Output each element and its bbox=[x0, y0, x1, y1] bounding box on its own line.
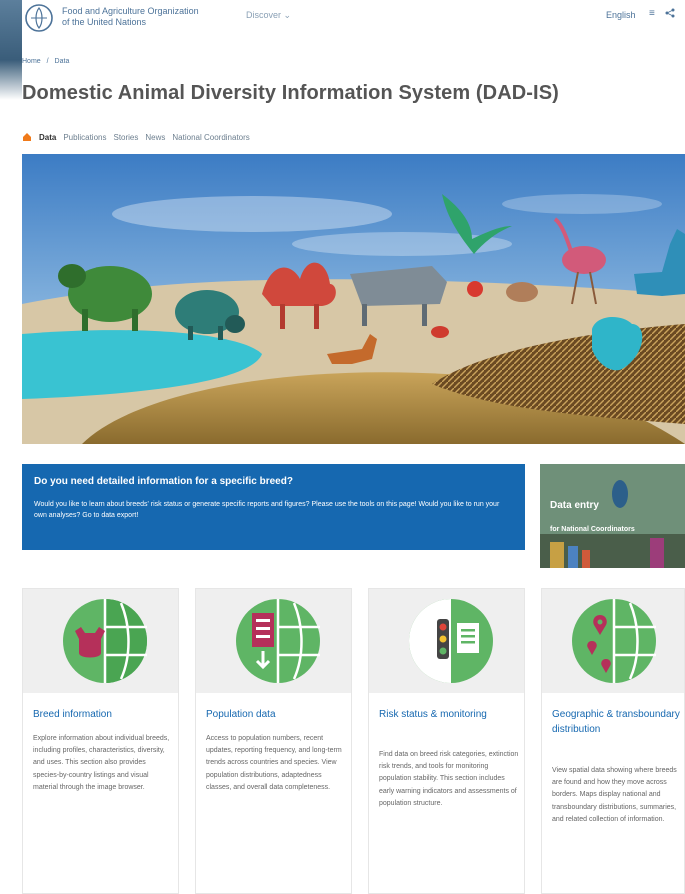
chevron-down-icon: ⌄ bbox=[283, 10, 292, 20]
callout-body: Would you like to learn about breeds' ri… bbox=[34, 501, 500, 519]
map-pin-globe-icon bbox=[572, 599, 656, 683]
top-bar: Food and Agriculture Organization of the… bbox=[0, 0, 685, 36]
breed-info-callout[interactable]: Do you need detailed information for a s… bbox=[22, 464, 525, 550]
breadcrumb-home[interactable]: Home bbox=[22, 58, 41, 65]
fao-logo[interactable] bbox=[22, 3, 56, 33]
card-breed-information[interactable]: Breed information Explore information ab… bbox=[22, 588, 179, 894]
language-selector[interactable]: English bbox=[606, 10, 636, 20]
subnav-item-news[interactable]: News bbox=[145, 133, 165, 142]
breadcrumb-current: Data bbox=[54, 58, 70, 65]
card-geographic-distribution[interactable]: Geographic & transboundary distribution … bbox=[541, 588, 685, 894]
subnav-item-publications[interactable]: Publications bbox=[63, 133, 106, 142]
card-title[interactable]: Geographic & transboundary distribution bbox=[552, 707, 685, 737]
card-title[interactable]: Breed information bbox=[33, 707, 168, 722]
breadcrumb-separator: / bbox=[46, 58, 49, 65]
breadcrumb: Home / Data bbox=[22, 58, 73, 65]
hero-illustration bbox=[22, 154, 685, 444]
discover-menu[interactable]: Discover ⌄ bbox=[246, 10, 291, 21]
org-name-line1: Food and Agriculture Organization bbox=[62, 6, 199, 16]
card-description: Find data on breed risk categories, exti… bbox=[379, 751, 519, 807]
discover-label: Discover bbox=[246, 10, 282, 20]
subnav-item-stories[interactable]: Stories bbox=[113, 133, 138, 142]
population-list-icon bbox=[236, 599, 320, 683]
card-population-data[interactable]: Population data Access to population num… bbox=[195, 588, 352, 894]
data-entry-image bbox=[540, 464, 685, 568]
data-entry-title: Data entry bbox=[550, 500, 599, 511]
card-risk-status[interactable]: Risk status & monitoring Find data on br… bbox=[368, 588, 525, 894]
card-description: Explore information about individual bre… bbox=[33, 735, 170, 791]
org-name-line2: of the United Nations bbox=[62, 17, 147, 27]
traffic-light-icon bbox=[409, 599, 493, 683]
sub-navigation: Data Publications Stories News National … bbox=[22, 132, 250, 142]
menu-icon[interactable]: ≡ bbox=[649, 8, 655, 19]
data-entry-card[interactable]: Data entry for National Coordinators bbox=[540, 464, 685, 568]
subnav-item-data[interactable]: Data bbox=[39, 133, 56, 142]
subnav-item-national-coordinators[interactable]: National Coordinators bbox=[172, 133, 249, 142]
page-title: Domestic Animal Diversity Information Sy… bbox=[22, 82, 559, 104]
card-description: View spatial data showing where breeds a… bbox=[552, 767, 677, 823]
share-icon[interactable] bbox=[665, 8, 675, 21]
data-entry-subtitle: for National Coordinators bbox=[550, 526, 635, 533]
card-title[interactable]: Population data bbox=[206, 707, 341, 722]
card-title[interactable]: Risk status & monitoring bbox=[379, 707, 514, 722]
home-icon[interactable] bbox=[22, 132, 32, 142]
card-description: Access to population numbers, recent upd… bbox=[206, 735, 342, 791]
cow-icon bbox=[63, 599, 147, 683]
callout-heading: Do you need detailed information for a s… bbox=[34, 476, 293, 487]
org-name[interactable]: Food and Agriculture Organization of the… bbox=[62, 6, 222, 28]
